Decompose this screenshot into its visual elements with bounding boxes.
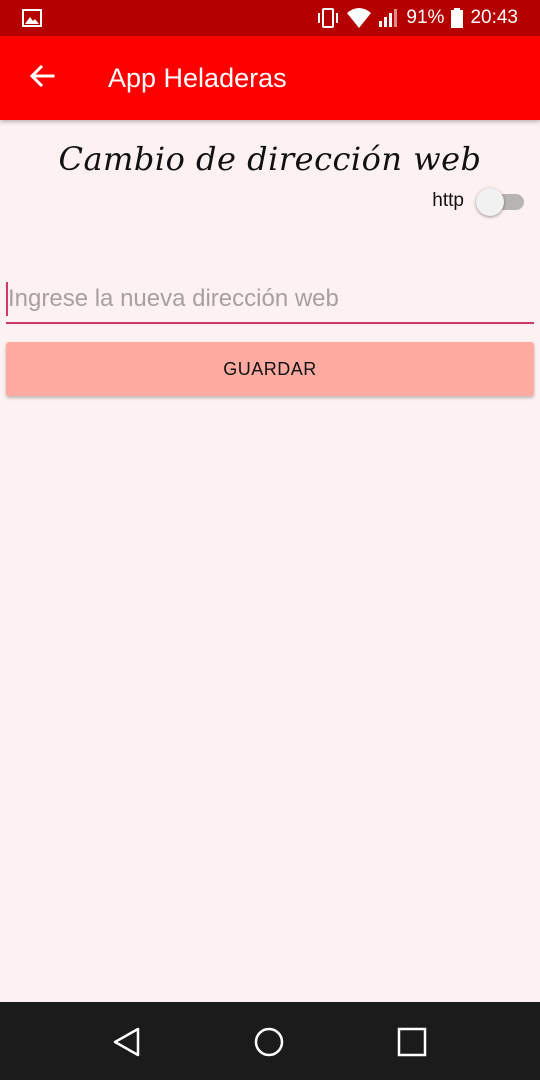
app-title: App Heladeras bbox=[108, 63, 287, 93]
clock: 20:43 bbox=[470, 7, 518, 28]
battery-percent: 91% bbox=[406, 7, 445, 28]
signal-icon bbox=[379, 9, 398, 27]
vibrate-icon bbox=[318, 8, 339, 28]
http-toggle-label: http bbox=[432, 190, 464, 211]
status-bar: 91% 20:43 bbox=[0, 0, 540, 36]
wifi-icon bbox=[347, 8, 372, 28]
url-input[interactable] bbox=[6, 276, 534, 324]
battery-icon bbox=[451, 8, 464, 28]
page-heading: Cambio de dirección web bbox=[58, 140, 482, 178]
http-toggle-row[interactable]: http bbox=[432, 185, 524, 217]
back-triangle-icon[interactable] bbox=[107, 1022, 147, 1062]
status-icons: 91% 20:43 bbox=[316, 0, 518, 36]
home-circle-icon[interactable] bbox=[249, 1022, 289, 1062]
arrow-left-icon[interactable] bbox=[26, 60, 58, 92]
system-nav-bar bbox=[0, 1002, 540, 1080]
image-icon bbox=[22, 9, 42, 27]
text-caret bbox=[6, 282, 8, 316]
switch-thumb bbox=[476, 188, 504, 216]
save-button[interactable]: GUARDAR bbox=[6, 342, 534, 396]
recents-square-icon[interactable] bbox=[392, 1022, 432, 1062]
app-bar: App Heladeras bbox=[0, 36, 540, 120]
http-toggle-switch[interactable] bbox=[476, 187, 524, 216]
